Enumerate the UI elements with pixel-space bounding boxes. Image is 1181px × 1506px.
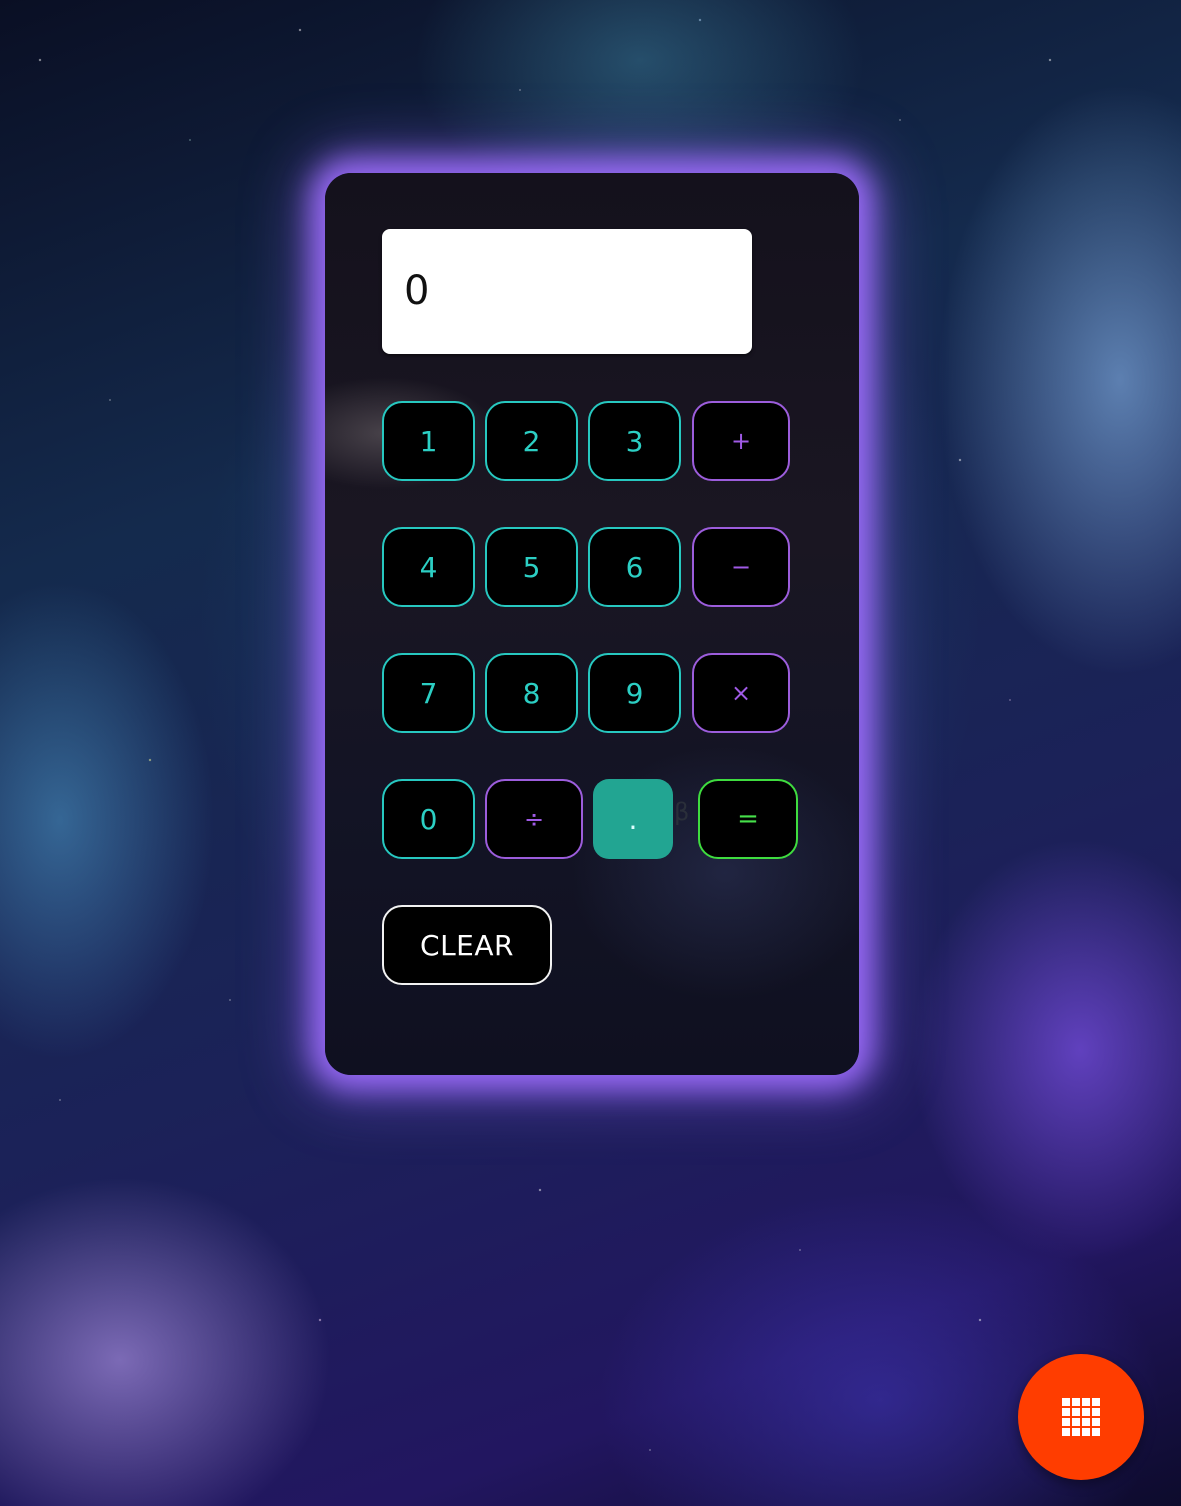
key-0[interactable]: 0 [382, 779, 475, 859]
key-3[interactable]: 3 [588, 401, 681, 481]
key-2[interactable]: 2 [485, 401, 578, 481]
key-subtract[interactable]: − [692, 527, 790, 607]
key-7[interactable]: 7 [382, 653, 475, 733]
grid-icon [1062, 1398, 1100, 1436]
key-9[interactable]: 9 [588, 653, 681, 733]
key-decimal[interactable]: . [593, 779, 673, 859]
clear-button[interactable]: CLEAR [382, 905, 552, 985]
key-1[interactable]: 1 [382, 401, 475, 481]
stray-beta-text: β [674, 798, 690, 826]
key-multiply[interactable]: × [692, 653, 790, 733]
key-8[interactable]: 8 [485, 653, 578, 733]
key-5[interactable]: 5 [485, 527, 578, 607]
calculator-display[interactable] [382, 229, 752, 354]
key-add[interactable]: + [692, 401, 790, 481]
apps-fab-button[interactable] [1018, 1354, 1144, 1480]
key-6[interactable]: 6 [588, 527, 681, 607]
key-divide[interactable]: ÷ [485, 779, 583, 859]
key-4[interactable]: 4 [382, 527, 475, 607]
key-equals[interactable]: = [698, 779, 798, 859]
